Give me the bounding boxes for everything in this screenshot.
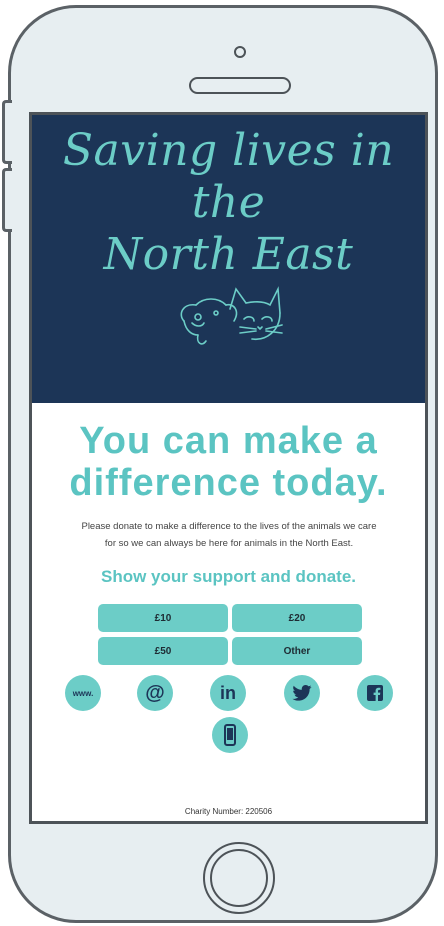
volume-up-button <box>2 100 12 164</box>
charity-number: Charity Number: 220506 <box>184 807 273 816</box>
home-button[interactable] <box>203 842 275 914</box>
email-icon[interactable]: @ <box>137 675 173 711</box>
facebook-glyph <box>367 685 383 701</box>
donate-10-button[interactable]: £10 <box>98 604 228 632</box>
facebook-icon[interactable] <box>357 675 393 711</box>
phone-icon[interactable] <box>212 717 248 753</box>
hero-banner: Saving lives in the North East <box>32 115 425 403</box>
linkedin-icon[interactable]: in <box>210 675 246 711</box>
donation-message-line-2: for so we can always be here for animals… <box>104 538 354 549</box>
hero-title: Saving lives in the North East <box>32 125 425 281</box>
support-heading: Show your support and donate. <box>101 567 356 586</box>
camera-icon <box>234 46 246 58</box>
website-icon[interactable]: www. <box>65 675 101 711</box>
donate-buttons: £10 £20 £50 Other <box>98 604 362 665</box>
hero-title-line-1: Saving lives in the <box>62 125 395 228</box>
donate-other-button[interactable]: Other <box>232 637 362 665</box>
headline-line-1: You can make a <box>79 420 378 462</box>
phone-screen: Saving lives in the North East You can m… <box>29 112 428 824</box>
twitter-bird-glyph <box>292 685 312 701</box>
volume-down-button <box>2 168 12 232</box>
donate-50-button[interactable]: £50 <box>98 637 228 665</box>
speaker-grille <box>189 77 291 94</box>
headline-line-2: difference today. <box>69 462 388 504</box>
twitter-icon[interactable] <box>284 675 320 711</box>
donate-20-button[interactable]: £20 <box>232 604 362 632</box>
donation-message: Please donate to make a difference to th… <box>36 518 422 552</box>
donation-message-line-1: Please donate to make a difference to th… <box>81 521 377 532</box>
dog-and-cat-icon <box>180 286 283 345</box>
mobile-phone-glyph <box>224 724 236 746</box>
hero-title-line-2: North East <box>103 229 354 280</box>
headline: You can make a difference today. <box>32 420 425 504</box>
